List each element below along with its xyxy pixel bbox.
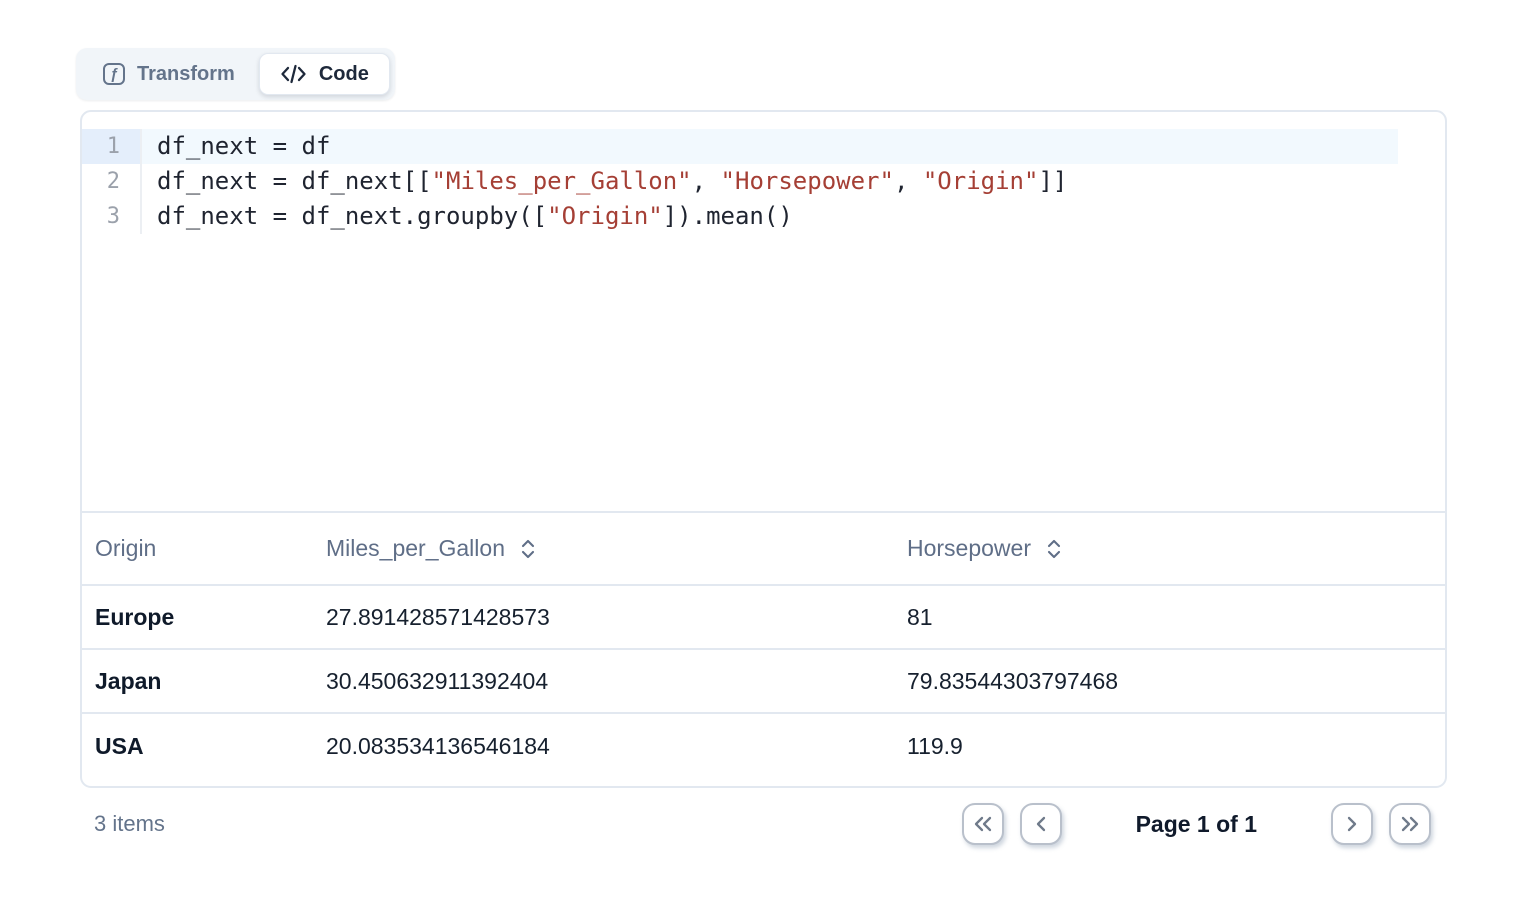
cell-miles-per-gallon: 27.891428571428573 [326,604,907,631]
code-line-content: df_next = df_next[["Miles_per_Gallon", "… [142,164,1398,199]
column-header-miles-per-gallon[interactable]: Miles_per_Gallon [326,535,907,562]
tab-transform-label: Transform [137,63,235,86]
table-row: Japan 30.450632911392404 79.835443037974… [82,650,1445,714]
code-line[interactable]: 1 df_next = df [82,129,1445,164]
table-header-row: Origin Miles_per_Gallon Horsepower [82,513,1445,586]
tab-code-label: Code [319,63,369,86]
column-header-origin: Origin [82,535,326,562]
next-page-button[interactable] [1331,803,1373,845]
code-line-content: df_next = df [142,129,1398,164]
tab-transform[interactable]: ƒ Transform [81,53,257,95]
previous-page-button[interactable] [1020,803,1062,845]
first-page-button[interactable] [962,803,1004,845]
cell-miles-per-gallon: 30.450632911392404 [326,668,907,695]
column-header-horsepower[interactable]: Horsepower [907,535,1445,562]
line-number: 3 [82,199,142,234]
cell-horsepower: 79.83544303797468 [907,668,1445,695]
cell-origin: Europe [82,604,326,631]
page-indicator: Page 1 of 1 [1136,811,1257,838]
table-row: Europe 27.891428571428573 81 [82,586,1445,650]
chevron-left-icon [1031,814,1051,834]
line-number: 2 [82,164,142,199]
code-brackets-icon [280,63,307,85]
cell-horsepower: 81 [907,604,1445,631]
double-chevron-right-icon [1399,814,1421,834]
last-page-button[interactable] [1389,803,1431,845]
tab-code[interactable]: Code [259,53,390,95]
items-count: 3 items [80,811,165,837]
chevron-right-icon [1342,814,1362,834]
table-footer: 3 items Page 1 of 1 [80,800,1447,848]
table-row: USA 20.083534136546184 119.9 [82,714,1445,778]
pagination: Page 1 of 1 [962,803,1447,845]
cell-miles-per-gallon: 20.083534136546184 [326,733,907,760]
line-number: 1 [82,129,142,164]
sort-chevrons-icon [520,538,536,560]
transform-panel: 1 df_next = df 2 df_next = df_next[["Mil… [80,110,1447,788]
function-icon: ƒ [103,63,125,85]
code-editor[interactable]: 1 df_next = df 2 df_next = df_next[["Mil… [82,112,1445,513]
cell-origin: Japan [82,668,326,695]
double-chevron-left-icon [972,814,994,834]
cell-horsepower: 119.9 [907,733,1445,760]
cell-origin: USA [82,733,326,760]
code-line-content: df_next = df_next.groupby(["Origin"]).me… [142,199,1398,234]
view-mode-toggle: ƒ Transform Code [76,48,395,100]
code-line[interactable]: 2 df_next = df_next[["Miles_per_Gallon",… [82,164,1445,199]
code-line[interactable]: 3 df_next = df_next.groupby(["Origin"]).… [82,199,1445,234]
sort-chevrons-icon [1046,538,1062,560]
